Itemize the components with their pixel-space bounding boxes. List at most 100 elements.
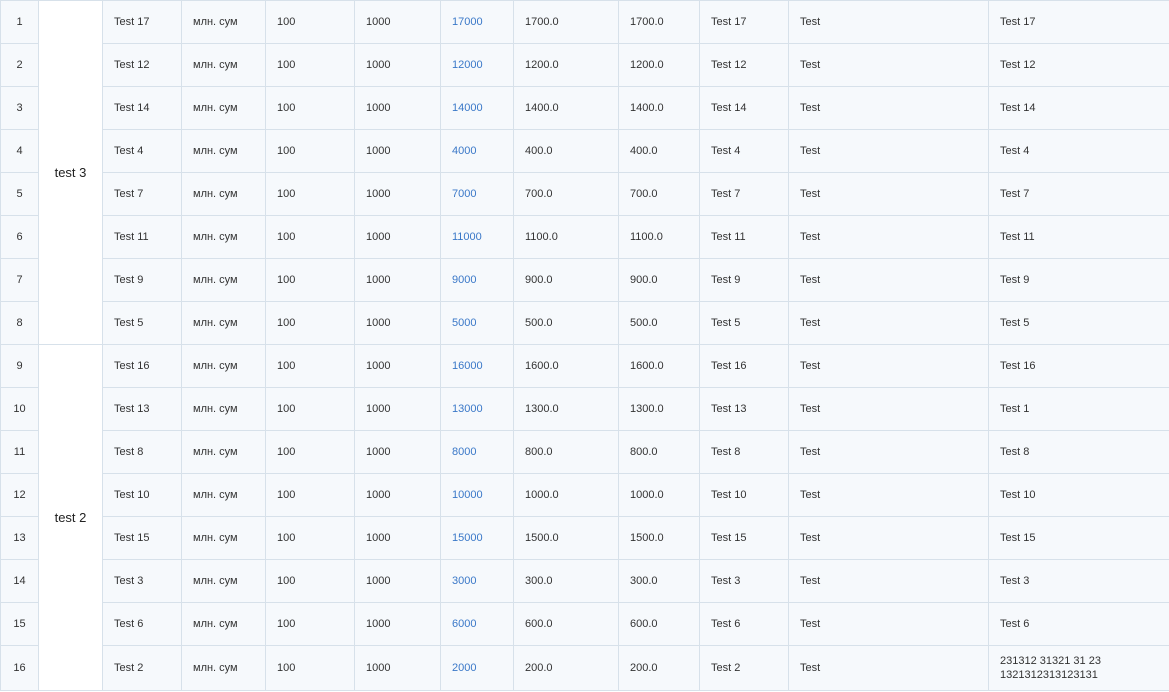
quantity-cell: 100 — [265, 172, 355, 216]
total-link[interactable]: 14000 — [440, 86, 514, 130]
type-cell: Test — [788, 0, 989, 44]
value-cell: 300.0 — [513, 559, 619, 603]
table-row: 3 Test 14 млн. сум 100 1000 14000 1400.0 1400.0… — [0, 86, 1169, 130]
table-row: 10 Test 13 млн. сум 100 1000 13000 1300.0 1300.… — [0, 387, 1169, 431]
label-cell: Test 2 — [699, 645, 789, 691]
name-cell: Test 5 — [102, 301, 182, 345]
table-row: 12 Test 10 млн. сум 100 1000 10000 1000.0 1000.… — [0, 473, 1169, 517]
quantity-cell: 100 — [265, 86, 355, 130]
type-cell: Test — [788, 602, 989, 646]
quantity-cell: 100 — [265, 430, 355, 474]
value-cell: 500.0 — [513, 301, 619, 345]
price-cell: 1000 — [354, 301, 441, 345]
name-cell: Test 8 — [102, 430, 182, 474]
label-cell: Test 15 — [699, 516, 789, 560]
row-number-cell: 14 — [0, 559, 39, 603]
name-cell: Test 12 — [102, 43, 182, 87]
note-cell: Test 3 — [988, 559, 1169, 603]
table-row: 6 Test 11 млн. сум 100 1000 11000 1100.0 1100.0… — [0, 215, 1169, 259]
price-cell: 1000 — [354, 215, 441, 259]
type-cell: Test — [788, 301, 989, 345]
value-cell-2: 1000.0 — [618, 473, 700, 517]
type-cell: Test — [788, 86, 989, 130]
name-cell: Test 14 — [102, 86, 182, 130]
unit-cell: млн. сум — [181, 0, 266, 44]
unit-cell: млн. сум — [181, 473, 266, 517]
name-cell: Test 6 — [102, 602, 182, 646]
total-link[interactable]: 6000 — [440, 602, 514, 646]
price-cell: 1000 — [354, 430, 441, 474]
quantity-cell: 100 — [265, 602, 355, 646]
table-row: 7 Test 9 млн. сум 100 1000 9000 900.0 900.0 Test… — [0, 258, 1169, 302]
total-link[interactable]: 3000 — [440, 559, 514, 603]
value-cell-2: 1100.0 — [618, 215, 700, 259]
quantity-cell: 100 — [265, 215, 355, 259]
value-cell-2: 1300.0 — [618, 387, 700, 431]
total-link[interactable]: 2000 — [440, 645, 514, 691]
value-cell: 1000.0 — [513, 473, 619, 517]
price-cell: 1000 — [354, 344, 441, 388]
unit-cell: млн. сум — [181, 129, 266, 173]
note-cell: Test 1 — [988, 387, 1169, 431]
label-cell: Test 12 — [699, 43, 789, 87]
total-link[interactable]: 15000 — [440, 516, 514, 560]
total-link[interactable]: 8000 — [440, 430, 514, 474]
note-cell: Test 8 — [988, 430, 1169, 474]
value-cell: 200.0 — [513, 645, 619, 691]
quantity-cell: 100 — [265, 645, 355, 691]
table-row: 2 Test 12 млн. сум 100 1000 12000 1200.0 1200.0… — [0, 43, 1169, 87]
note-cell: Test 15 — [988, 516, 1169, 560]
group-label: test 2 — [38, 344, 103, 691]
label-cell: Test 9 — [699, 258, 789, 302]
total-link[interactable]: 10000 — [440, 473, 514, 517]
quantity-cell: 100 — [265, 516, 355, 560]
value-cell-2: 400.0 — [618, 129, 700, 173]
value-cell-2: 1400.0 — [618, 86, 700, 130]
table-row: 13 Test 15 млн. сум 100 1000 15000 1500.0 1500.… — [0, 516, 1169, 560]
total-link[interactable]: 5000 — [440, 301, 514, 345]
value-cell-2: 500.0 — [618, 301, 700, 345]
type-cell: Test — [788, 645, 989, 691]
label-cell: Test 8 — [699, 430, 789, 474]
total-link[interactable]: 9000 — [440, 258, 514, 302]
total-link[interactable]: 4000 — [440, 129, 514, 173]
total-link[interactable]: 7000 — [440, 172, 514, 216]
total-link[interactable]: 12000 — [440, 43, 514, 87]
name-cell: Test 9 — [102, 258, 182, 302]
row-number-cell: 8 — [0, 301, 39, 345]
type-cell: Test — [788, 172, 989, 216]
type-cell: Test — [788, 215, 989, 259]
row-number-cell: 1 — [0, 0, 39, 44]
name-cell: Test 10 — [102, 473, 182, 517]
row-number-cell: 5 — [0, 172, 39, 216]
price-cell: 1000 — [354, 602, 441, 646]
type-cell: Test — [788, 129, 989, 173]
total-link[interactable]: 13000 — [440, 387, 514, 431]
label-cell: Test 16 — [699, 344, 789, 388]
table-row: 9 test 2 Test 16 млн. сум 100 1000 16000 1600.0… — [0, 344, 1169, 691]
note-cell: Test 5 — [988, 301, 1169, 345]
value-cell: 400.0 — [513, 129, 619, 173]
name-cell: Test 17 — [102, 0, 182, 44]
data-table: 1 test 3 Test 17 млн. сум 100 1000 17000 1700.0… — [0, 0, 1169, 691]
total-link[interactable]: 17000 — [440, 0, 514, 44]
total-link[interactable]: 16000 — [440, 344, 514, 388]
total-link[interactable]: 11000 — [440, 215, 514, 259]
label-cell: Test 13 — [699, 387, 789, 431]
value-cell-2: 1200.0 — [618, 43, 700, 87]
type-cell: Test — [788, 559, 989, 603]
price-cell: 1000 — [354, 129, 441, 173]
value-cell-2: 1700.0 — [618, 0, 700, 44]
type-cell: Test — [788, 430, 989, 474]
type-cell: Test — [788, 473, 989, 517]
name-cell: Test 13 — [102, 387, 182, 431]
value-cell-2: 300.0 — [618, 559, 700, 603]
note-cell: Test 6 — [988, 602, 1169, 646]
quantity-cell: 100 — [265, 387, 355, 431]
value-cell-2: 800.0 — [618, 430, 700, 474]
name-cell: Test 4 — [102, 129, 182, 173]
price-cell: 1000 — [354, 516, 441, 560]
type-cell: Test — [788, 387, 989, 431]
price-cell: 1000 — [354, 0, 441, 44]
note-cell: Test 17 — [988, 0, 1169, 44]
